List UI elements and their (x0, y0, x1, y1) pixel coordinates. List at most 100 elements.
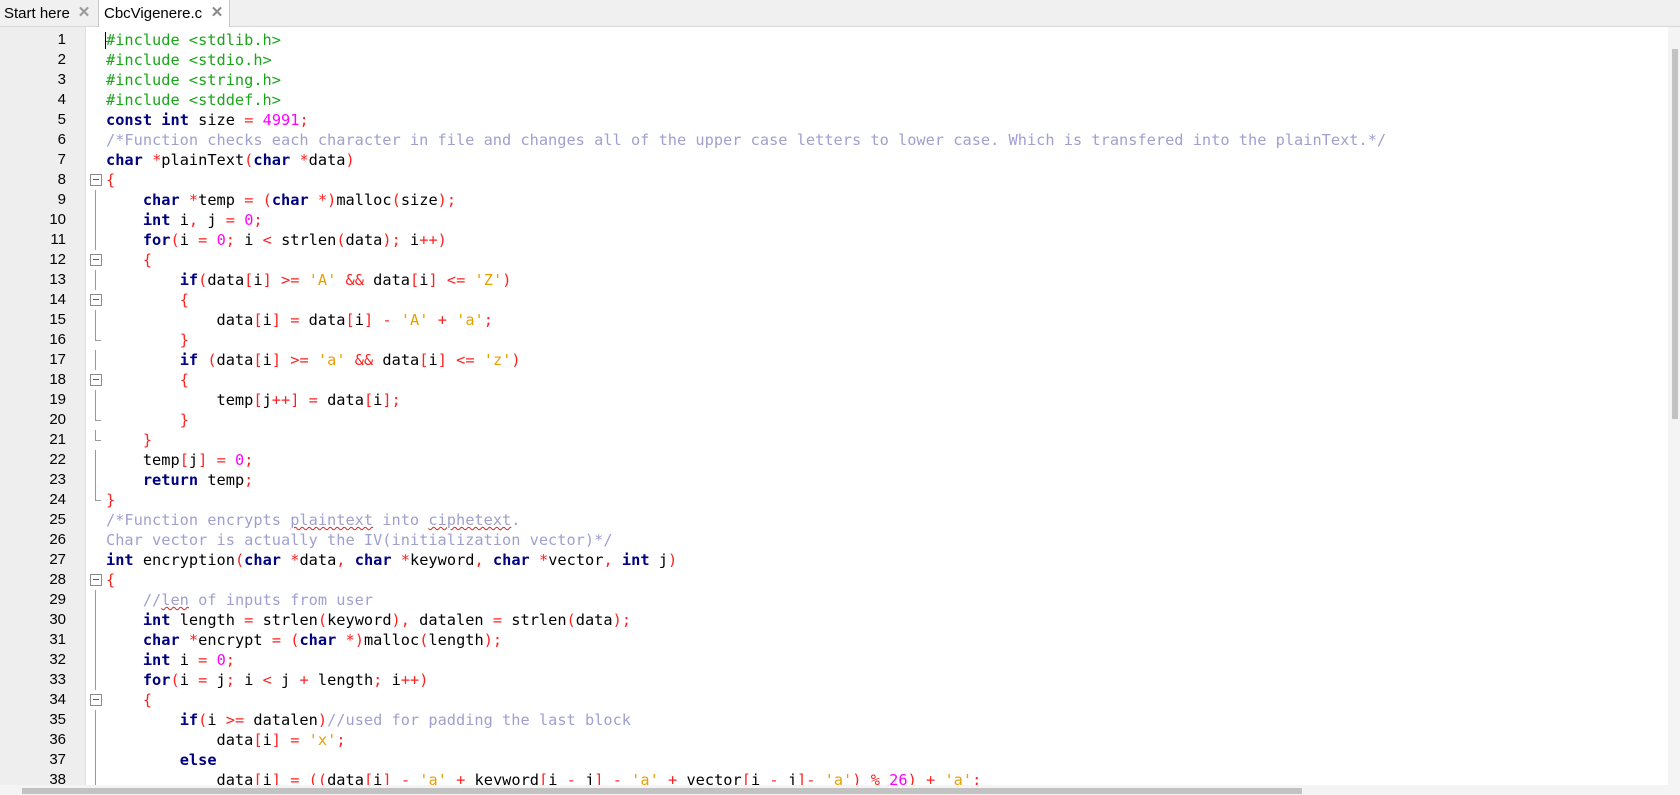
horizontal-scroll-thumb[interactable] (22, 788, 1302, 794)
code-token: } (106, 491, 116, 509)
tab-start-here[interactable]: Start here ✕ (0, 0, 96, 26)
fold-guide-icon (90, 670, 102, 690)
code-token: i (170, 211, 189, 229)
code-line[interactable]: 21 } (0, 430, 1675, 450)
code-token: [ (410, 271, 420, 289)
code-line[interactable]: 2 #include <stdio.h> (0, 50, 1675, 70)
code-token: data (216, 351, 254, 369)
code-line[interactable]: 16 } (0, 330, 1675, 350)
code-line[interactable]: 1 #include <stdlib.h> (0, 30, 1675, 50)
code-line[interactable]: 30 int length = strlen(keyword), datalen… (0, 610, 1675, 630)
code-token: #include <stddef.h> (106, 91, 281, 109)
line-number: 29 (49, 591, 66, 608)
code-line[interactable]: 4 #include <stddef.h> (0, 90, 1675, 110)
line-number: 6 (57, 131, 66, 148)
fold-guide-icon (90, 310, 102, 330)
code-token: = (492, 611, 503, 629)
code-token: i (170, 651, 199, 669)
code-line[interactable]: 3 #include <string.h> (0, 70, 1675, 90)
code-token: 'x' (308, 731, 337, 749)
tab-cbcvigenere[interactable]: CbcVigenere.c ✕ (98, 0, 230, 27)
code-line[interactable]: 20 } (0, 410, 1675, 430)
line-number: 23 (49, 471, 66, 488)
line-number: 31 (49, 631, 66, 648)
code-token: for (142, 231, 171, 249)
fold-guide-icon (90, 330, 102, 350)
code-line[interactable]: 22 temp[j] = 0; (0, 450, 1675, 470)
code-line[interactable]: 15 data[i] = data[i] - 'A' + 'a'; (0, 310, 1675, 330)
close-icon[interactable]: ✕ (209, 4, 225, 21)
code-line[interactable]: 29 //len of inputs from user (0, 590, 1675, 610)
code-token: i (234, 671, 263, 689)
code-line[interactable]: 26 Char vector is actually the IV(initial… (0, 530, 1675, 550)
line-number: 36 (49, 731, 66, 748)
code-line[interactable]: 36 data[i] = 'x'; (0, 730, 1675, 750)
code-token: ), (391, 611, 410, 629)
code-line[interactable]: 31 char *encrypt = (char *)malloc(length… (0, 630, 1675, 650)
code-token: data (363, 271, 411, 289)
code-token: ] (262, 271, 272, 289)
code-line[interactable]: 17 if (data[i] >= 'a' && data[i] <= 'z') (0, 350, 1675, 370)
code-text: { (106, 570, 115, 590)
vertical-scroll-thumb[interactable] (1672, 49, 1678, 419)
code-line[interactable]: 5 const int size = 4991; (0, 110, 1675, 130)
code-text: { (106, 170, 115, 190)
code-line[interactable]: 18 { (0, 370, 1675, 390)
horizontal-scrollbar[interactable] (0, 785, 1680, 795)
fold-toggle-icon[interactable] (90, 570, 102, 590)
code-line[interactable]: 8{ (0, 170, 1675, 190)
code-editor[interactable]: 1 #include <stdlib.h> 2 #include <stdio.h> 3… (0, 27, 1680, 795)
code-token: ] (363, 311, 374, 329)
code-line[interactable]: 9 char *temp = (char *)malloc(size); (0, 190, 1675, 210)
code-line[interactable]: 28 { (0, 570, 1675, 590)
fold-toggle-icon[interactable] (90, 170, 102, 190)
code-line[interactable]: 35 if(i >= datalen)//used for padding th… (0, 710, 1675, 730)
fold-toggle-icon[interactable] (90, 690, 102, 710)
code-line[interactable]: 34 { (0, 690, 1675, 710)
code-line[interactable]: 25 /*Function encrypts plaintext into cip… (0, 510, 1675, 530)
vertical-scrollbar[interactable] (1668, 27, 1680, 787)
line-number: 22 (49, 451, 66, 468)
code-line[interactable]: 7 char *plainText(char *data) (0, 150, 1675, 170)
code-line[interactable]: 24} (0, 490, 1675, 510)
code-line[interactable]: 37 else (0, 750, 1675, 770)
code-token: + (437, 311, 447, 329)
code-text: { (106, 690, 152, 710)
code-token: ); (437, 191, 457, 209)
code-token: char (253, 151, 291, 169)
fold-toggle-icon[interactable] (90, 290, 102, 310)
code-line[interactable]: 12 { (0, 250, 1675, 270)
fold-toggle-icon[interactable] (90, 250, 102, 270)
code-line[interactable]: 19 temp[j++] = data[i]; (0, 390, 1675, 410)
code-text: data[i] = 'x'; (106, 730, 346, 750)
code-token: // (142, 591, 162, 609)
text-caret (105, 32, 106, 49)
code-token: [ (253, 311, 263, 329)
fold-toggle-icon[interactable] (90, 370, 102, 390)
code-token: #include <stdlib.h> (106, 31, 281, 49)
code-line[interactable]: 6 /*Function checks each character in fil… (0, 130, 1675, 150)
code-lines[interactable]: 1 #include <stdlib.h> 2 #include <stdio.h> 3… (0, 30, 1675, 790)
close-icon[interactable]: ✕ (76, 4, 92, 21)
code-line[interactable]: 27 int encryption(char *data, char *keywo… (0, 550, 1675, 570)
code-text: for(i = j; i < j + length; i++) (106, 670, 429, 690)
code-line[interactable]: 10 int i, j = 0; (0, 210, 1675, 230)
code-line[interactable]: 33 for(i = j; i < j + length; i++) (0, 670, 1675, 690)
code-line[interactable]: 13 if(data[i] >= 'A' && data[i] <= 'Z') (0, 270, 1675, 290)
code-line[interactable]: 23 return temp; (0, 470, 1675, 490)
code-token: ( (391, 191, 401, 209)
code-line[interactable]: 14 { (0, 290, 1675, 310)
code-line[interactable]: 32 int i = 0; (0, 650, 1675, 670)
code-line[interactable]: 11 for(i = 0; i < strlen(data); i++) (0, 230, 1675, 250)
